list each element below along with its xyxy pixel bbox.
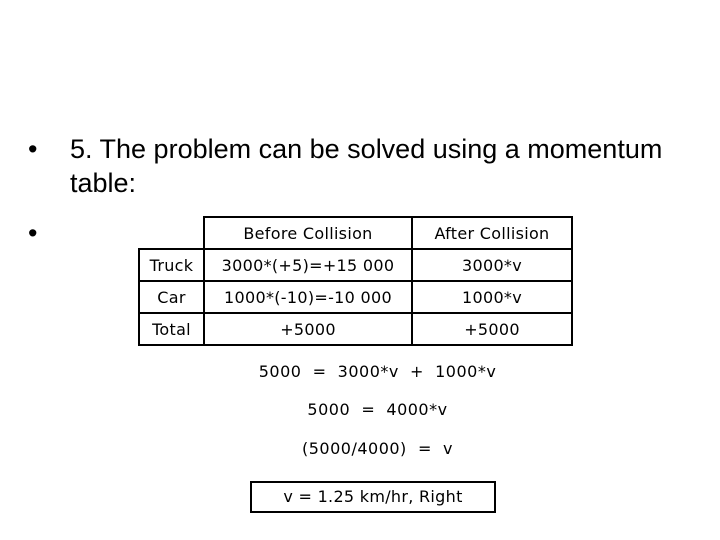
bullet-marker: • — [28, 134, 38, 164]
table-cell: 1000*(-10)=-10 000 — [203, 280, 413, 314]
table-cell: Truck — [138, 248, 205, 282]
answer-box: v = 1.25 km/hr, Right — [250, 481, 496, 513]
bullet-text: 5. The problem can be solved using a mom… — [70, 134, 663, 198]
table-cell: 1000*v — [411, 280, 573, 314]
table-cell: 3000*(+5)=+15 000 — [203, 248, 413, 282]
bullet-marker: • — [28, 218, 38, 248]
table-row: Car 1000*(-10)=-10 000 1000*v — [138, 280, 573, 314]
table-header-row: Before Collision After Collision — [139, 216, 573, 250]
table-header-cell — [139, 217, 205, 250]
table-cell: 3000*v — [411, 248, 573, 282]
equation-line: 5000 = 4000*v — [307, 400, 448, 419]
table-cell: +5000 — [411, 312, 573, 346]
table-cell: Car — [138, 280, 205, 314]
bullet-item: • 5. The problem can be solved using a m… — [28, 132, 668, 200]
momentum-table: Before Collision After Collision Truck 3… — [138, 216, 573, 346]
equation-line: (5000/4000) = v — [301, 439, 454, 458]
equation-line: 5000 = 3000*v + 1000*v — [258, 362, 497, 381]
table-header-cell: After Collision — [411, 216, 573, 250]
table-cell: Total — [138, 312, 205, 346]
table-row: Total +5000 +5000 — [138, 312, 573, 346]
table-header-cell: Before Collision — [203, 216, 413, 250]
table-row: Truck 3000*(+5)=+15 000 3000*v — [138, 248, 573, 282]
table-cell: +5000 — [203, 312, 413, 346]
